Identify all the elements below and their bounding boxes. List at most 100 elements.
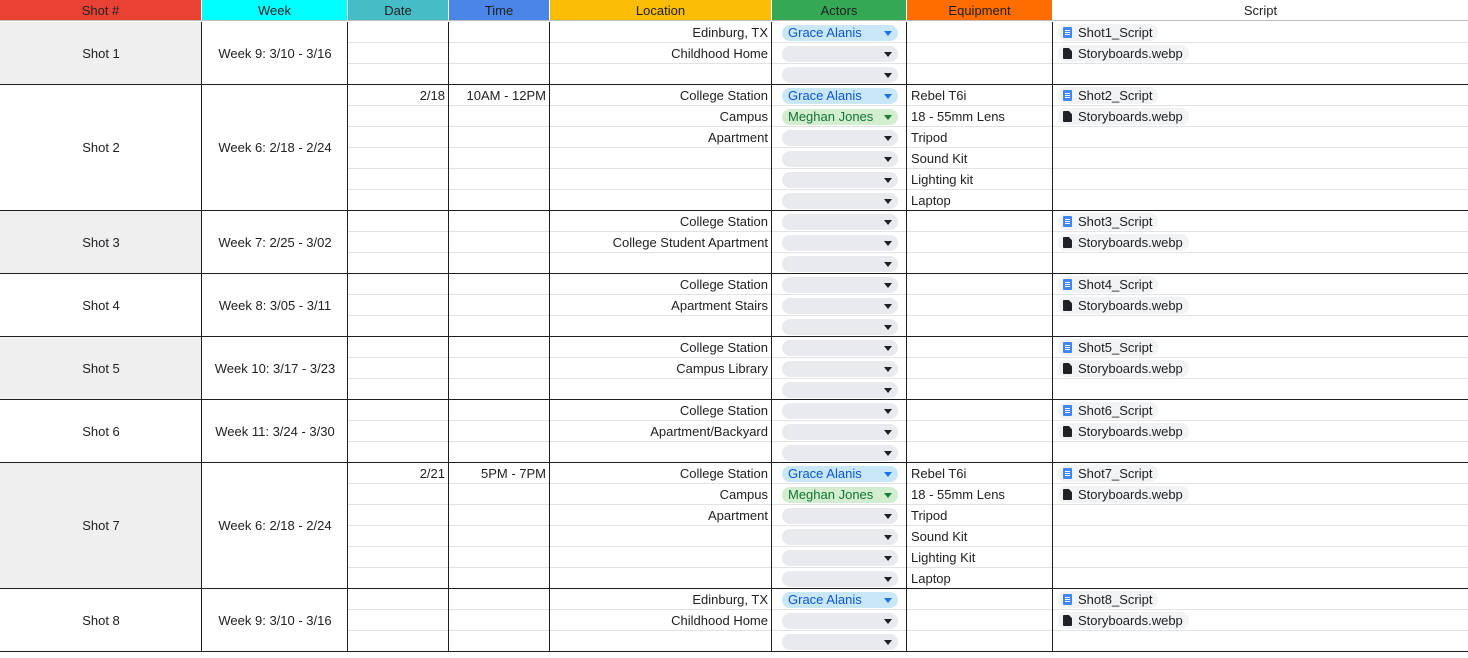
equipment-cell[interactable] — [911, 295, 1051, 316]
equipment-cell[interactable]: Laptop — [911, 190, 1051, 211]
actor-dropdown-chip[interactable] — [782, 361, 898, 377]
header-week[interactable]: Week — [202, 0, 348, 21]
equipment-cell[interactable] — [911, 421, 1051, 442]
location-cell[interactable] — [550, 631, 768, 652]
chevron-down-icon[interactable] — [884, 598, 892, 603]
script-doc-chip[interactable]: Shot5_Script — [1058, 339, 1159, 356]
actor-dropdown-chip[interactable] — [782, 298, 898, 314]
header-location[interactable]: Location — [550, 0, 772, 21]
storyboard-file-chip[interactable]: Storyboards.webp — [1058, 486, 1189, 503]
chevron-down-icon[interactable] — [884, 472, 892, 477]
equipment-cell[interactable] — [911, 274, 1051, 295]
chevron-down-icon[interactable] — [884, 367, 892, 372]
equipment-cell[interactable] — [911, 379, 1051, 400]
actor-dropdown-chip[interactable] — [782, 340, 898, 356]
actor-dropdown-chip[interactable] — [782, 235, 898, 251]
location-cell[interactable] — [550, 547, 768, 568]
location-cell[interactable]: College Station — [550, 400, 768, 421]
header-time[interactable]: Time — [449, 0, 550, 21]
actor-dropdown-chip[interactable] — [782, 529, 898, 545]
equipment-cell[interactable]: Lighting kit — [911, 169, 1051, 190]
actor-dropdown-chip[interactable] — [782, 319, 898, 335]
actor-dropdown-chip[interactable] — [782, 613, 898, 629]
equipment-cell[interactable] — [911, 442, 1051, 463]
location-cell[interactable]: College Student Apartment — [550, 232, 768, 253]
equipment-cell[interactable] — [911, 610, 1051, 631]
script-doc-chip[interactable]: Shot3_Script — [1058, 213, 1159, 230]
header-equipment[interactable]: Equipment — [907, 0, 1053, 21]
equipment-cell[interactable] — [911, 253, 1051, 274]
shot-number[interactable]: Shot 6 — [0, 424, 202, 440]
location-cell[interactable] — [550, 568, 768, 589]
shot-date[interactable] — [348, 211, 445, 232]
shot-week[interactable]: Week 7: 2/25 - 3/02 — [202, 235, 348, 251]
location-cell[interactable]: College Station — [550, 85, 768, 106]
equipment-cell[interactable] — [911, 400, 1051, 421]
location-cell[interactable]: Apartment — [550, 505, 768, 526]
chevron-down-icon[interactable] — [884, 157, 892, 162]
actor-dropdown-chip[interactable]: Meghan Jones — [782, 109, 898, 125]
shot-time[interactable] — [449, 589, 546, 610]
location-cell[interactable]: Edinburg, TX — [550, 589, 768, 610]
shot-date[interactable] — [348, 400, 445, 421]
chevron-down-icon[interactable] — [884, 31, 892, 36]
equipment-cell[interactable]: Rebel T6i — [911, 463, 1051, 484]
shot-week[interactable]: Week 11: 3/24 - 3/30 — [202, 424, 348, 440]
equipment-cell[interactable] — [911, 232, 1051, 253]
shot-time[interactable] — [449, 400, 546, 421]
location-cell[interactable] — [550, 148, 768, 169]
header-script[interactable]: Script — [1053, 0, 1468, 21]
equipment-cell[interactable]: Lighting Kit — [911, 547, 1051, 568]
actor-dropdown-chip[interactable] — [782, 382, 898, 398]
equipment-cell[interactable] — [911, 316, 1051, 337]
chevron-down-icon[interactable] — [884, 325, 892, 330]
shot-number[interactable]: Shot 5 — [0, 361, 202, 377]
storyboard-file-chip[interactable]: Storyboards.webp — [1058, 612, 1189, 629]
chevron-down-icon[interactable] — [884, 52, 892, 57]
shot-week[interactable]: Week 10: 3/17 - 3/23 — [202, 361, 348, 377]
storyboard-file-chip[interactable]: Storyboards.webp — [1058, 423, 1189, 440]
location-cell[interactable]: Campus — [550, 484, 768, 505]
chevron-down-icon[interactable] — [884, 262, 892, 267]
chevron-down-icon[interactable] — [884, 73, 892, 78]
location-cell[interactable]: Apartment — [550, 127, 768, 148]
script-doc-chip[interactable]: Shot8_Script — [1058, 591, 1159, 608]
actor-dropdown-chip[interactable] — [782, 130, 898, 146]
shot-time[interactable]: 10AM - 12PM — [449, 85, 546, 106]
location-cell[interactable]: Campus Library — [550, 358, 768, 379]
chevron-down-icon[interactable] — [884, 493, 892, 498]
storyboard-file-chip[interactable]: Storyboards.webp — [1058, 234, 1189, 251]
shot-number[interactable]: Shot 8 — [0, 613, 202, 629]
actor-dropdown-chip[interactable] — [782, 508, 898, 524]
script-doc-chip[interactable]: Shot2_Script — [1058, 87, 1159, 104]
shot-number[interactable]: Shot 3 — [0, 235, 202, 251]
storyboard-file-chip[interactable]: Storyboards.webp — [1058, 108, 1189, 125]
location-cell[interactable]: Childhood Home — [550, 43, 768, 64]
chevron-down-icon[interactable] — [884, 556, 892, 561]
chevron-down-icon[interactable] — [884, 577, 892, 582]
shot-time[interactable] — [449, 211, 546, 232]
actor-dropdown-chip[interactable] — [782, 214, 898, 230]
shot-date[interactable]: 2/21 — [348, 463, 445, 484]
chevron-down-icon[interactable] — [884, 451, 892, 456]
actor-dropdown-chip[interactable]: Grace Alanis — [782, 592, 898, 608]
shot-number[interactable]: Shot 2 — [0, 140, 202, 156]
script-doc-chip[interactable]: Shot4_Script — [1058, 276, 1159, 293]
chevron-down-icon[interactable] — [884, 619, 892, 624]
location-cell[interactable]: Apartment/Backyard — [550, 421, 768, 442]
chevron-down-icon[interactable] — [884, 199, 892, 204]
equipment-cell[interactable] — [911, 22, 1051, 43]
equipment-cell[interactable] — [911, 589, 1051, 610]
shot-time[interactable] — [449, 337, 546, 358]
equipment-cell[interactable]: Sound Kit — [911, 526, 1051, 547]
chevron-down-icon[interactable] — [884, 535, 892, 540]
shot-date[interactable] — [348, 274, 445, 295]
actor-dropdown-chip[interactable] — [782, 277, 898, 293]
shot-week[interactable]: Week 9: 3/10 - 3/16 — [202, 46, 348, 62]
storyboard-file-chip[interactable]: Storyboards.webp — [1058, 45, 1189, 62]
header-date[interactable]: Date — [348, 0, 449, 21]
actor-dropdown-chip[interactable]: Meghan Jones — [782, 487, 898, 503]
equipment-cell[interactable] — [911, 337, 1051, 358]
location-cell[interactable] — [550, 526, 768, 547]
shot-time[interactable] — [449, 22, 546, 43]
